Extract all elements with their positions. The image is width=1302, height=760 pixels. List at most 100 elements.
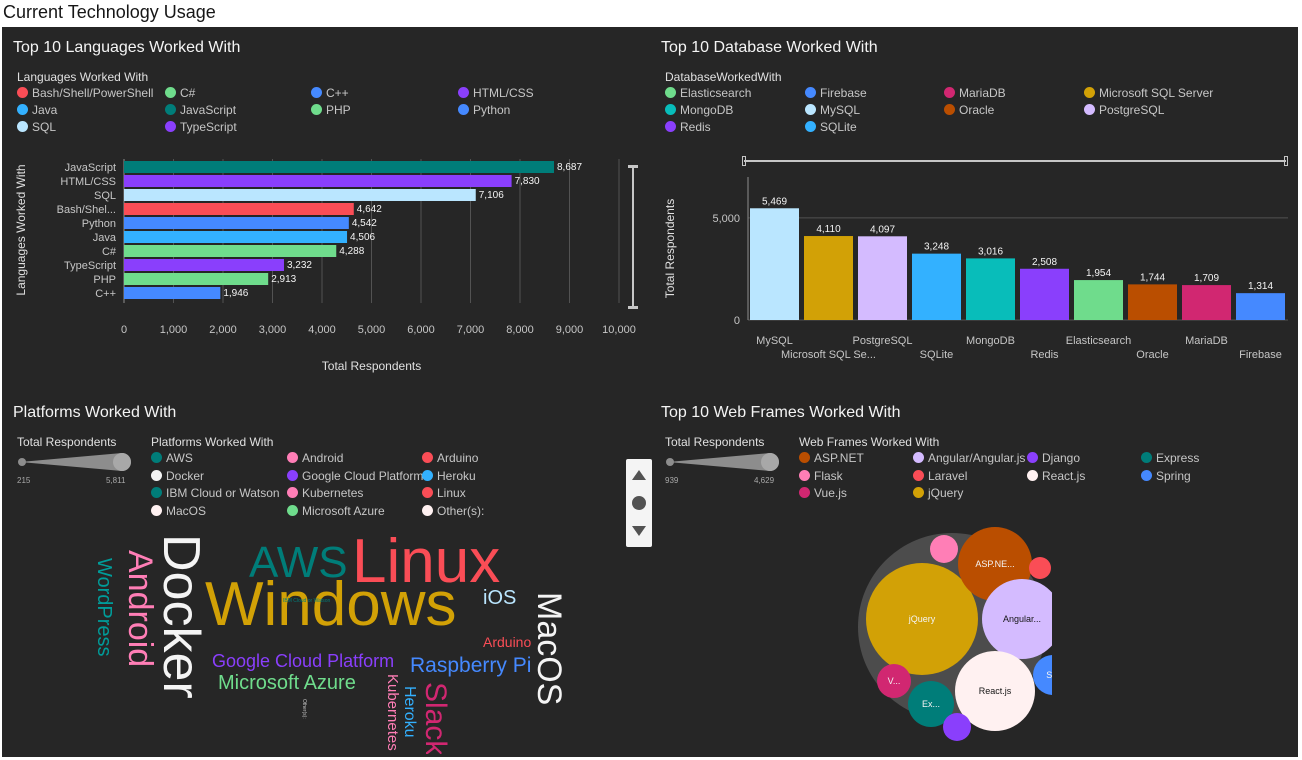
data-label: 8,687 <box>557 162 582 173</box>
languages-legend-item[interactable]: Bash/Shell/PowerShell <box>17 86 153 100</box>
webframes-legend-item[interactable]: Angular/Angular.js <box>913 451 1025 465</box>
webframes-slider-max: 4,629 <box>754 476 775 485</box>
legend-swatch-icon <box>422 487 433 498</box>
x-tick-label: MySQL <box>756 335 793 347</box>
webframes-size-slider[interactable] <box>664 451 780 475</box>
languages-panel-title: Top 10 Languages Worked With <box>13 39 241 56</box>
word-cloud-term: AWS <box>249 538 348 587</box>
languages-legend-item[interactable]: Java <box>17 103 57 117</box>
platforms-legend-item[interactable]: Kubernetes <box>287 486 363 500</box>
webframes-legend-label: Laravel <box>928 468 968 483</box>
webframes-legend-item[interactable]: jQuery <box>913 486 963 500</box>
page-title: Current Technology Usage <box>3 2 216 22</box>
x-tick-label: PostgreSQL <box>853 335 913 347</box>
platforms-legend-item[interactable]: Google Cloud Platform <box>287 469 423 483</box>
data-label: 1,744 <box>1140 272 1165 283</box>
languages-legend-label: Java <box>32 103 58 117</box>
webframes-legend-label: Angular/Angular.js <box>928 451 1026 465</box>
platforms-legend-item[interactable]: Other(s): <box>422 504 484 518</box>
platforms-legend-item[interactable]: Linux <box>422 486 466 500</box>
legend-swatch-icon <box>1141 452 1152 463</box>
y-axis-title: Languages Worked With <box>14 164 28 295</box>
bubble-label: ASP.NE... <box>975 559 1014 569</box>
legend-swatch-icon <box>17 87 28 98</box>
databases-legend-item[interactable]: Oracle <box>944 103 994 117</box>
webframes-legend-label: Django <box>1042 451 1081 465</box>
x-tick-label: 6,000 <box>407 324 435 336</box>
legend-swatch-icon <box>799 452 810 463</box>
languages-legend-item[interactable]: TypeScript <box>165 120 237 134</box>
databases-legend-item[interactable]: MongoDB <box>665 103 733 117</box>
y-tick-label: Python <box>82 218 116 230</box>
databases-legend-label: MySQL <box>820 103 861 117</box>
webframes-legend-item[interactable]: Vue.js <box>799 486 847 500</box>
databases-legend-item[interactable]: PostgreSQL <box>1084 103 1164 117</box>
legend-swatch-icon <box>805 87 816 98</box>
databases-legend-item[interactable]: MariaDB <box>944 86 1006 100</box>
legend-swatch-icon <box>17 121 28 132</box>
legend-swatch-icon <box>458 87 469 98</box>
languages-legend-label: SQL <box>32 120 57 134</box>
legend-swatch-icon <box>151 487 162 498</box>
word-cloud-term: Google Cloud Platform <box>212 651 394 671</box>
x-tick-label: 5,000 <box>358 324 386 336</box>
platforms-legend-item[interactable]: Heroku <box>422 469 476 483</box>
platforms-legend-item[interactable]: Microsoft Azure <box>287 504 385 518</box>
languages-legend-item[interactable]: HTML/CSS <box>458 86 534 100</box>
legend-swatch-icon <box>805 121 816 132</box>
webframes-legend-item[interactable]: React.js <box>1027 469 1085 483</box>
scroll-down-icon[interactable] <box>630 523 648 539</box>
scroll-up-icon[interactable] <box>630 467 648 483</box>
y-tick-label: C++ <box>95 288 116 300</box>
webframes-legend-item[interactable]: ASP.NET <box>799 451 864 465</box>
databases-legend-item[interactable]: Firebase <box>805 86 867 100</box>
y-tick-label: TypeScript <box>64 260 116 272</box>
platforms-legend-item[interactable]: Android <box>287 451 343 465</box>
data-label: 7,830 <box>515 176 540 187</box>
webframes-legend-item[interactable]: Django <box>1027 451 1080 465</box>
platforms-legend-item[interactable]: IBM Cloud or Watson <box>151 486 280 500</box>
languages-legend-item[interactable]: C# <box>165 86 195 100</box>
languages-range-slider[interactable] <box>628 165 638 309</box>
platforms-legend-item[interactable]: Arduino <box>422 451 478 465</box>
legend-swatch-icon <box>422 504 433 516</box>
platforms-legend-item[interactable]: AWS <box>151 451 193 465</box>
platforms-size-slider[interactable] <box>16 451 132 475</box>
platforms-legend-item[interactable]: Docker <box>151 469 204 483</box>
languages-legend-item[interactable]: SQL <box>17 120 56 134</box>
webframes-legend-label: ASP.NET <box>814 451 864 465</box>
webframes-bubble-chart: jQuery ASP.NE... Angular... React.js Ex... S.… <box>858 527 1052 741</box>
languages-legend-item[interactable]: C++ <box>311 86 349 100</box>
platforms-legend-label: IBM Cloud or Watson <box>166 486 280 500</box>
legend-swatch-icon <box>311 87 322 98</box>
webframes-legend-item[interactable]: Laravel <box>913 469 967 483</box>
x-tick-label: 2,000 <box>209 324 237 336</box>
languages-legend-item[interactable]: Python <box>458 103 510 117</box>
languages-legend-item[interactable]: JavaScript <box>165 103 236 117</box>
databases-legend-item[interactable]: Redis <box>665 120 711 134</box>
legend-scroll-control[interactable] <box>626 459 652 547</box>
databases-legend-label: Microsoft SQL Server <box>1099 86 1214 100</box>
platforms-legend-label: Arduino <box>437 451 479 465</box>
scroll-handle-icon[interactable] <box>630 495 648 511</box>
platforms-legend-item[interactable]: MacOS <box>151 504 206 518</box>
webframes-legend-item[interactable]: Express <box>1141 451 1199 465</box>
webframes-legend-item[interactable]: Flask <box>799 469 843 483</box>
webframes-legend-item[interactable]: Spring <box>1141 469 1191 483</box>
databases-legend-item[interactable]: Elasticsearch <box>665 86 751 100</box>
databases-range-slider[interactable] <box>742 156 1288 166</box>
databases-legend-item[interactable]: MySQL <box>805 103 860 117</box>
bubble-label: jQuery <box>908 614 936 624</box>
word-cloud-term: WordPress <box>93 558 115 657</box>
platforms-legend-label: Microsoft Azure <box>302 503 385 518</box>
legend-swatch-icon <box>422 452 433 463</box>
databases-legend-item[interactable]: SQLite <box>805 120 857 134</box>
word-cloud-term: Docker <box>152 534 210 699</box>
databases-legend-item[interactable]: Microsoft SQL Server <box>1084 86 1213 100</box>
platforms-legend-label: AWS <box>166 451 193 465</box>
bar <box>750 208 799 320</box>
languages-legend-item[interactable]: PHP <box>311 103 351 117</box>
bubble-label: Ex... <box>922 699 940 709</box>
languages-legend-label: JavaScript <box>180 103 237 117</box>
legend-swatch-icon <box>913 487 924 498</box>
